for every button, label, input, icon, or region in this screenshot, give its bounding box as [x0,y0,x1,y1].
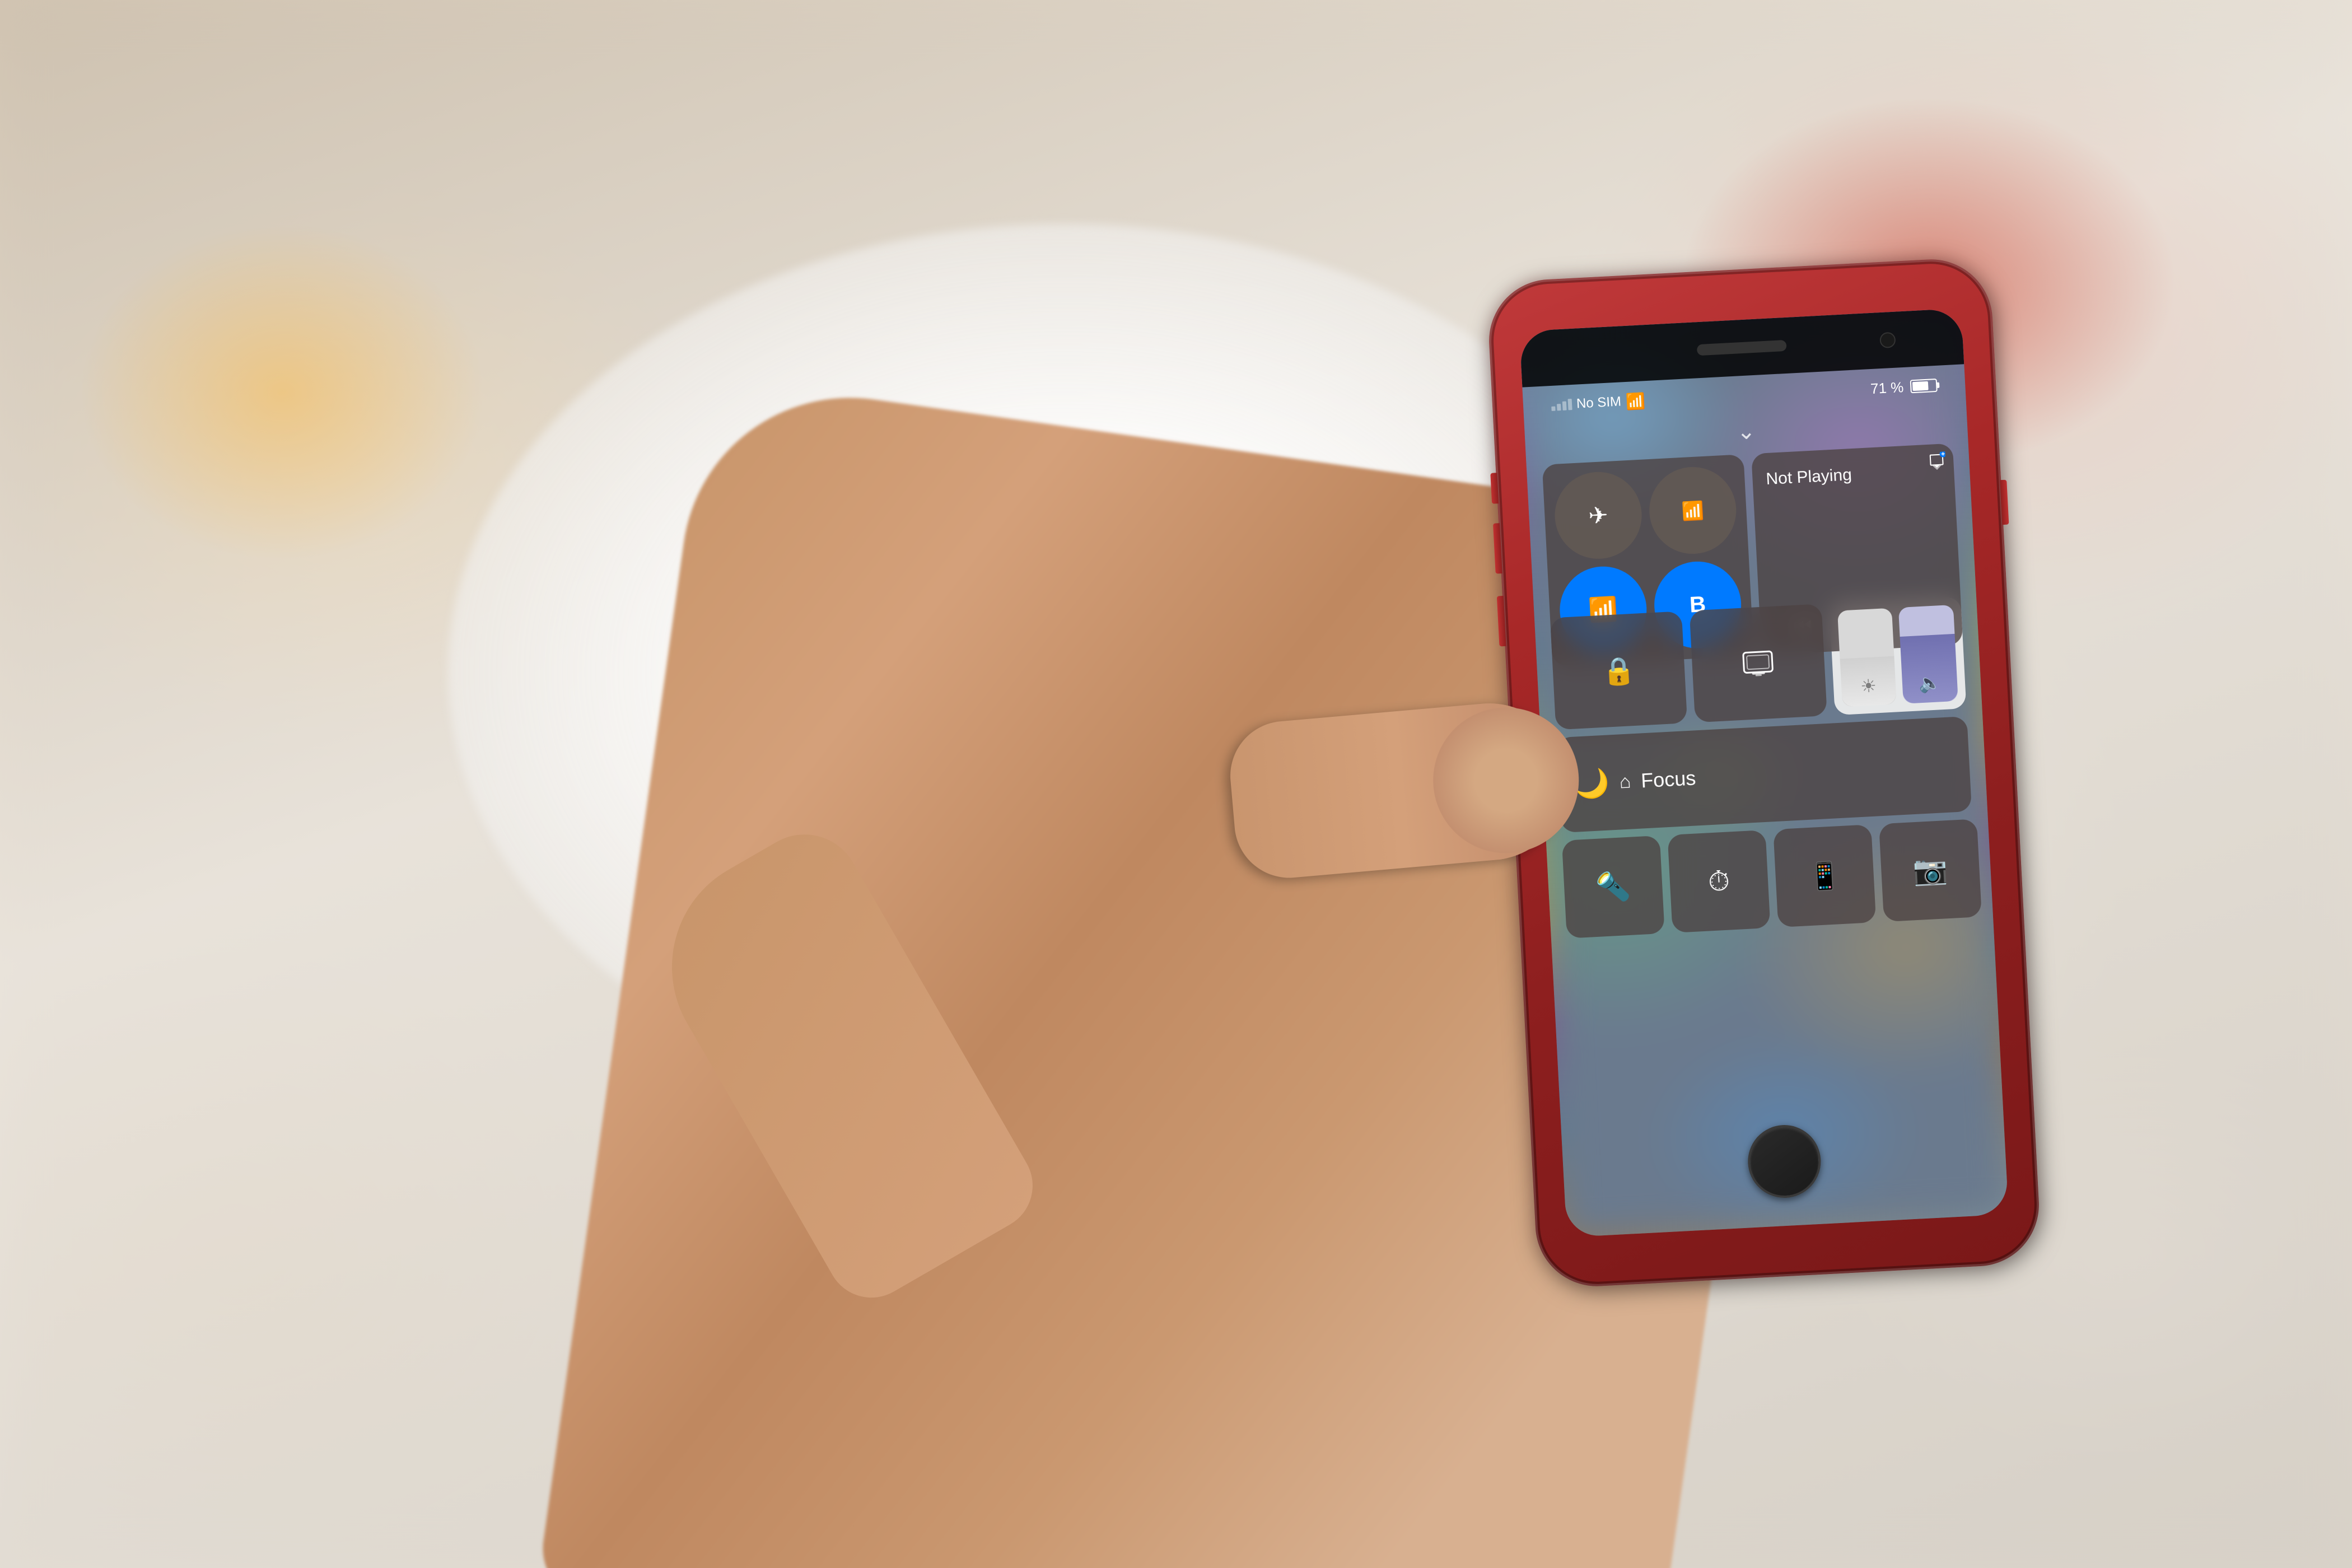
power-button[interactable] [2000,480,2009,525]
flashlight-icon: 🔦 [1595,870,1631,904]
airplane-icon: ✈ [1588,501,1609,530]
screen-mirror-button[interactable] [1690,604,1827,722]
cc-row-1: ✈ 📶 📶 B [1542,444,1961,610]
brightness-slider[interactable]: ☀ [1837,608,1897,707]
timer-button[interactable]: ⏱ [1668,830,1771,933]
orientation-lock-icon: 🔒 [1601,654,1636,687]
cellular-icon: 📶 [1681,499,1705,521]
signal-bar-4 [1568,399,1572,410]
focus-label: Focus [1640,766,1696,792]
signal-bar-2 [1557,404,1561,410]
focus-home-icon: ⌂ [1619,771,1632,793]
no-sim-label: No SIM [1576,394,1621,412]
not-playing-text: Not Playing [1766,461,1941,489]
screen-mirror-icon [1742,650,1774,676]
cellular-button[interactable]: 📶 [1647,465,1738,556]
status-left: No SIM 📶 [1551,391,1645,415]
volume-icon: 🔈 [1918,671,1942,694]
volume-slider[interactable]: 🔈 [1898,605,1958,704]
timer-icon: ⏱ [1707,864,1731,898]
battery-icon [1910,379,1938,393]
mute-switch[interactable] [1490,473,1499,504]
battery-percentage: 71 % [1870,379,1904,398]
cc-row-2: 🔒 [1550,596,1966,730]
phone-screen: No SIM 📶 71 % ⌄ [1519,308,2009,1237]
signal-bar-3 [1562,402,1567,410]
front-camera [1879,332,1896,348]
signal-bars [1551,399,1572,411]
control-center: ✈ 📶 📶 B [1542,444,1977,939]
orientation-lock-button[interactable]: 🔒 [1550,611,1687,730]
focus-moon-icon: 🌙 [1574,766,1610,801]
cc-row-3: 🌙 ⌂ Focus [1556,716,1972,833]
speaker [1697,340,1787,356]
focus-panel[interactable]: 🌙 ⌂ Focus [1556,716,1972,833]
scene: No SIM 📶 71 % ⌄ [0,0,2352,1568]
battery-fill [1912,381,1929,391]
close-chevron[interactable]: ⌄ [1736,420,1756,444]
airplay-svg [1927,451,1946,470]
signal-bar-1 [1551,407,1555,411]
brightness-icon: ☀ [1860,675,1877,697]
airplane-mode-button[interactable]: ✈ [1553,470,1644,561]
phone-and-hand: No SIM 📶 71 % ⌄ [840,168,1512,1400]
calculator-button[interactable]: 📱 [1773,824,1876,927]
calculator-icon: 📱 [1807,859,1842,893]
camera-button[interactable]: 📷 [1879,819,1982,922]
airplay-icon[interactable] [1927,451,1946,473]
camera-icon: 📷 [1912,853,1948,888]
flashlight-button[interactable]: 🔦 [1562,836,1665,939]
status-right: 71 % [1870,376,1938,397]
wifi-status-icon: 📶 [1625,391,1646,411]
